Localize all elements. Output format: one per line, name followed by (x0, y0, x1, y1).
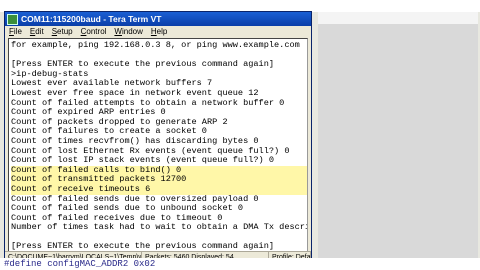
background-code-line: #define configMAC_ADDR2 0x02 (0, 258, 480, 270)
terminal-output[interactable]: for example, ping 192.168.0.3 8, or ping… (8, 38, 308, 252)
menu-window[interactable]: Window (114, 26, 142, 37)
menu-help[interactable]: Help (151, 26, 167, 37)
menu-edit[interactable]: Edit (30, 26, 44, 37)
menu-file[interactable]: File (9, 26, 22, 37)
terminal-line: Number of times task had to wait to obta… (11, 222, 307, 233)
menu-bar: File Edit Setup Control Window Help (5, 26, 311, 37)
terminal-line: for example, ping 192.168.0.3 8, or ping… (11, 40, 300, 50)
teraterm-app-icon (7, 13, 18, 25)
teraterm-window[interactable]: COM11:115200baud - Tera Term VT File Edi… (4, 11, 312, 263)
title-bar[interactable]: COM11:115200baud - Tera Term VT (5, 12, 311, 26)
window-title: COM11:115200baud - Tera Term VT (21, 14, 162, 24)
menu-setup[interactable]: Setup (52, 26, 73, 37)
menu-control[interactable]: Control (81, 26, 107, 37)
background-panel (318, 24, 478, 258)
